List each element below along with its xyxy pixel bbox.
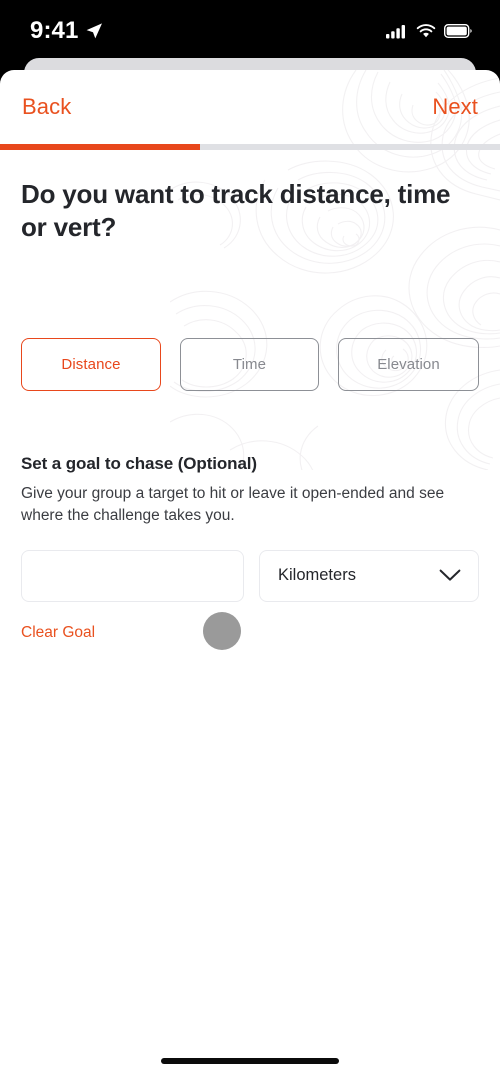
main-content: Do you want to track distance, time or v… xyxy=(0,178,500,674)
status-bar: 9:41 xyxy=(0,0,500,62)
tracking-options-group: Distance Time Elevation xyxy=(21,337,479,391)
tap-indicator xyxy=(203,611,241,650)
clear-goal-button[interactable]: Clear Goal xyxy=(21,624,95,642)
tracking-option-distance[interactable]: Distance xyxy=(21,337,161,391)
status-time: 9:41 xyxy=(30,17,79,44)
navigation-bar: Back Next xyxy=(0,70,500,144)
clear-goal-row: Clear Goal xyxy=(21,611,479,674)
location-arrow-icon xyxy=(87,23,103,39)
tracking-option-elevation[interactable]: Elevation xyxy=(338,337,479,391)
home-indicator xyxy=(161,1058,339,1064)
cellular-signal-icon xyxy=(386,24,405,38)
goal-section-title: Set a goal to chase (Optional) xyxy=(21,453,257,473)
page-title: Do you want to track distance, time or v… xyxy=(21,179,451,243)
next-button[interactable]: Next xyxy=(432,94,478,120)
status-bar-left: 9:41 xyxy=(30,19,103,43)
chevron-down-icon xyxy=(439,569,461,581)
modal-sheet: Back Next Do you want to track distance,… xyxy=(0,70,500,1080)
progress-bar xyxy=(0,144,500,150)
goal-value-input[interactable] xyxy=(21,549,244,602)
tracking-option-time[interactable]: Time xyxy=(180,337,320,391)
goal-section-description: Give your group a target to hit or leave… xyxy=(21,484,445,524)
goal-unit-label: Kilometers xyxy=(278,566,356,585)
back-button[interactable]: Back xyxy=(22,94,71,120)
phone-screen: 9:41 Back Next Do you want to track dist… xyxy=(0,0,500,1080)
goal-unit-dropdown[interactable]: Kilometers xyxy=(259,549,479,602)
goal-input-row: Kilometers xyxy=(21,549,479,602)
status-bar-right xyxy=(386,23,472,39)
battery-full-icon xyxy=(444,24,472,38)
wifi-icon xyxy=(416,23,436,37)
progress-bar-fill xyxy=(0,144,200,150)
